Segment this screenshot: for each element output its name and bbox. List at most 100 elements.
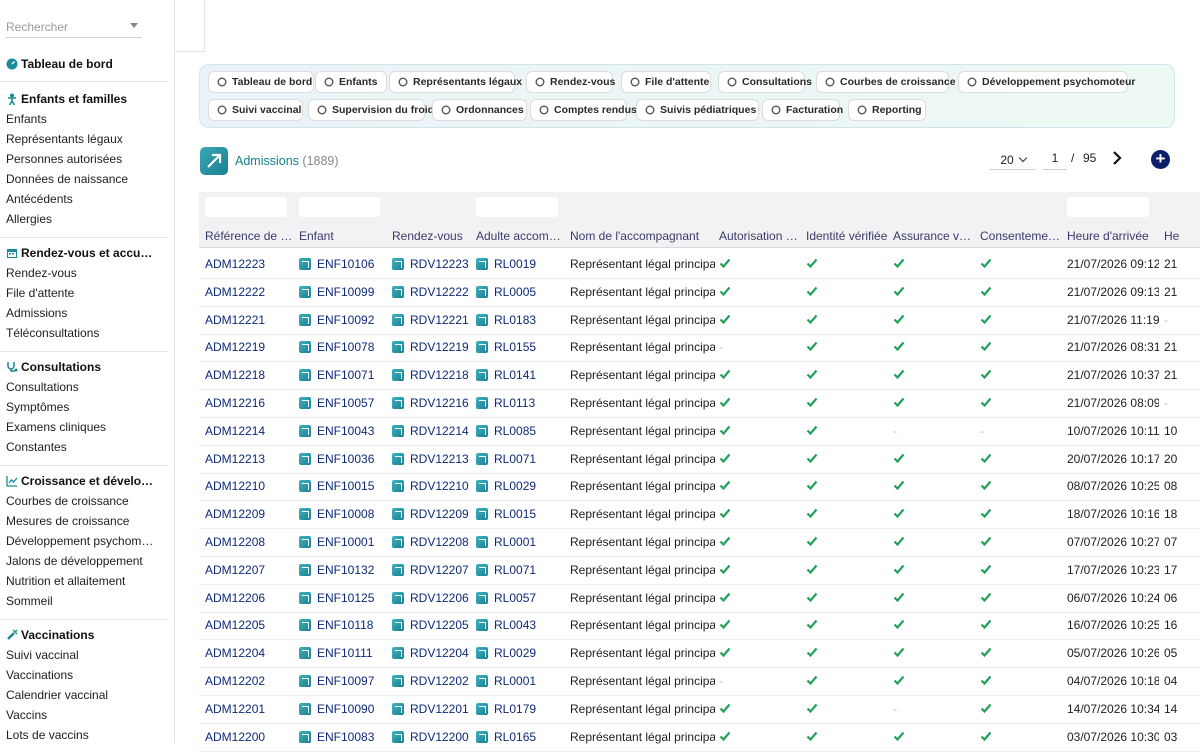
admission-ref-link[interactable]: ADM12202 bbox=[205, 668, 293, 695]
adult-link[interactable]: RL0043 bbox=[476, 612, 566, 639]
sidebar-item[interactable]: Examens cliniques bbox=[0, 417, 174, 437]
nav-chip[interactable]: Courbes de croissance bbox=[816, 71, 956, 93]
column-filter-input[interactable] bbox=[1067, 197, 1149, 217]
nav-chip[interactable]: Développement psychomoteur bbox=[958, 71, 1135, 93]
sidebar-item[interactable]: Symptômes bbox=[0, 397, 174, 417]
admission-ref-link[interactable]: ADM12213 bbox=[205, 446, 293, 473]
table-row[interactable]: ADM12208 ENF10001 RDV12208 RL0001 Représenta… bbox=[199, 529, 1200, 557]
admission-ref-link[interactable]: ADM12216 bbox=[205, 390, 293, 417]
adult-link[interactable]: RL0141 bbox=[476, 362, 566, 389]
admission-ref-link[interactable]: ADM12210 bbox=[205, 473, 293, 500]
appointment-link[interactable]: RDV12214 bbox=[392, 418, 472, 445]
table-row[interactable]: ADM12218 ENF10071 RDV12218 RL0141 Représenta… bbox=[199, 362, 1200, 391]
child-link[interactable]: ENF10008 bbox=[299, 501, 387, 528]
adult-link[interactable]: RL0165 bbox=[476, 724, 566, 751]
appointment-link[interactable]: RDV12223 bbox=[392, 251, 472, 278]
sidebar-item[interactable]: Courbes de croissance bbox=[0, 491, 174, 511]
sidebar-item[interactable]: Enfants bbox=[0, 109, 174, 129]
sidebar-item[interactable]: Données de naissance bbox=[0, 169, 174, 189]
page-size-select[interactable]: 20 bbox=[990, 150, 1036, 170]
child-link[interactable]: ENF10118 bbox=[299, 612, 387, 639]
nav-chip[interactable]: Tableau de bord bbox=[208, 71, 314, 93]
table-row[interactable]: ADM12206 ENF10125 RDV12206 RL0057 Représenta… bbox=[199, 585, 1200, 613]
table-row[interactable]: ADM12202 ENF10097 RDV12202 RL0001 Représenta… bbox=[199, 668, 1200, 696]
column-header[interactable]: Autorisation … bbox=[719, 229, 801, 243]
sidebar-group-header[interactable]: Vaccinations bbox=[0, 625, 174, 645]
appointment-link[interactable]: RDV12219 bbox=[392, 334, 472, 361]
sidebar-item[interactable]: Calendrier vaccinal bbox=[0, 685, 174, 705]
sidebar-item[interactable]: Représentants légaux bbox=[0, 129, 174, 149]
sidebar-item[interactable]: Allergies bbox=[0, 209, 174, 229]
caret-down-icon[interactable] bbox=[130, 23, 138, 28]
column-filter-input[interactable] bbox=[476, 197, 558, 217]
column-header[interactable]: Référence de … bbox=[205, 229, 293, 243]
appointment-link[interactable]: RDV12207 bbox=[392, 557, 472, 584]
table-row[interactable]: ADM12205 ENF10118 RDV12205 RL0043 Représenta… bbox=[199, 612, 1200, 641]
admission-ref-link[interactable]: ADM12214 bbox=[205, 418, 293, 445]
nav-chip[interactable]: Suivi vaccinal bbox=[208, 99, 303, 121]
adult-link[interactable]: RL0019 bbox=[476, 251, 566, 278]
nav-chip[interactable]: Consultations bbox=[718, 71, 812, 93]
sidebar-item[interactable]: Vaccins bbox=[0, 705, 174, 725]
child-link[interactable]: ENF10001 bbox=[299, 529, 387, 556]
nav-chip[interactable]: Représentants légaux bbox=[389, 71, 522, 93]
appointment-link[interactable]: RDV12216 bbox=[392, 390, 472, 417]
table-row[interactable]: ADM12216 ENF10057 RDV12216 RL0113 Représenta… bbox=[199, 390, 1200, 418]
admission-ref-link[interactable]: ADM12207 bbox=[205, 557, 293, 584]
admission-ref-link[interactable]: ADM12218 bbox=[205, 362, 293, 389]
sidebar-item[interactable]: Antécédents bbox=[0, 189, 174, 209]
sidebar-item[interactable]: Suivi vaccinal bbox=[0, 645, 174, 665]
adult-link[interactable]: RL0001 bbox=[476, 529, 566, 556]
adult-link[interactable]: RL0029 bbox=[476, 640, 566, 667]
admission-ref-link[interactable]: ADM12201 bbox=[205, 696, 293, 723]
child-link[interactable]: ENF10111 bbox=[299, 640, 387, 667]
admission-ref-link[interactable]: ADM12209 bbox=[205, 501, 293, 528]
sidebar-item[interactable]: Jalons de développement bbox=[0, 551, 174, 571]
sidebar-group-header[interactable]: Enfants et familles bbox=[0, 89, 174, 109]
sidebar-item[interactable]: Nutrition et allaitement bbox=[0, 571, 174, 591]
admission-ref-link[interactable]: ADM12219 bbox=[205, 334, 293, 361]
child-link[interactable]: ENF10125 bbox=[299, 585, 387, 612]
column-filter-input[interactable] bbox=[205, 197, 287, 217]
sidebar-item[interactable]: Consultations bbox=[0, 377, 174, 397]
appointment-link[interactable]: RDV12209 bbox=[392, 501, 472, 528]
admission-ref-link[interactable]: ADM12205 bbox=[205, 612, 293, 639]
appointment-link[interactable]: RDV12222 bbox=[392, 279, 472, 306]
sidebar-item[interactable]: Lots de vaccins bbox=[0, 725, 174, 743]
nav-chip[interactable]: Facturation bbox=[762, 99, 843, 121]
appointment-link[interactable]: RDV12200 bbox=[392, 724, 472, 751]
admission-ref-link[interactable]: ADM12208 bbox=[205, 529, 293, 556]
sidebar-search-select[interactable]: Rechercher bbox=[6, 16, 142, 38]
column-header[interactable]: Rendez-vous bbox=[392, 229, 472, 243]
sidebar-item[interactable]: Sommeil bbox=[0, 591, 174, 611]
sidebar-item[interactable]: Développement psychom… bbox=[0, 531, 174, 551]
nav-chip[interactable]: Supervision du froid bbox=[308, 99, 434, 121]
child-link[interactable]: ENF10106 bbox=[299, 251, 387, 278]
adult-link[interactable]: RL0085 bbox=[476, 418, 566, 445]
table-row[interactable]: ADM12221 ENF10092 RDV12221 RL0183 Représenta… bbox=[199, 307, 1200, 335]
sidebar-item[interactable]: Rendez-vous bbox=[0, 263, 174, 283]
nav-chip[interactable]: Reporting bbox=[848, 99, 926, 121]
table-row[interactable]: ADM12204 ENF10111 RDV12204 RL0029 Représenta… bbox=[199, 640, 1200, 669]
admission-ref-link[interactable]: ADM12222 bbox=[205, 279, 293, 306]
child-link[interactable]: ENF10071 bbox=[299, 362, 387, 389]
table-row[interactable]: ADM12210 ENF10015 RDV12210 RL0029 Représenta… bbox=[199, 473, 1200, 502]
sidebar-group-header[interactable]: Croissance et dévelo… bbox=[0, 471, 174, 491]
adult-link[interactable]: RL0029 bbox=[476, 473, 566, 500]
adult-link[interactable]: RL0155 bbox=[476, 334, 566, 361]
nav-chip[interactable]: File d'attente bbox=[621, 71, 711, 93]
table-row[interactable]: ADM12207 ENF10132 RDV12207 RL0071 Représenta… bbox=[199, 557, 1200, 585]
sidebar-item[interactable]: File d'attente bbox=[0, 283, 174, 303]
appointment-link[interactable]: RDV12218 bbox=[392, 362, 472, 389]
appointment-link[interactable]: RDV12204 bbox=[392, 640, 472, 667]
adult-link[interactable]: RL0001 bbox=[476, 668, 566, 695]
child-link[interactable]: ENF10099 bbox=[299, 279, 387, 306]
child-link[interactable]: ENF10132 bbox=[299, 557, 387, 584]
appointment-link[interactable]: RDV12221 bbox=[392, 307, 472, 334]
adult-link[interactable]: RL0183 bbox=[476, 307, 566, 334]
admission-ref-link[interactable]: ADM12200 bbox=[205, 724, 293, 751]
sidebar-item[interactable]: Personnes autorisées bbox=[0, 149, 174, 169]
sidebar-item[interactable]: Constantes bbox=[0, 437, 174, 457]
child-link[interactable]: ENF10043 bbox=[299, 418, 387, 445]
column-header[interactable]: Identité vérifiée bbox=[806, 229, 888, 243]
